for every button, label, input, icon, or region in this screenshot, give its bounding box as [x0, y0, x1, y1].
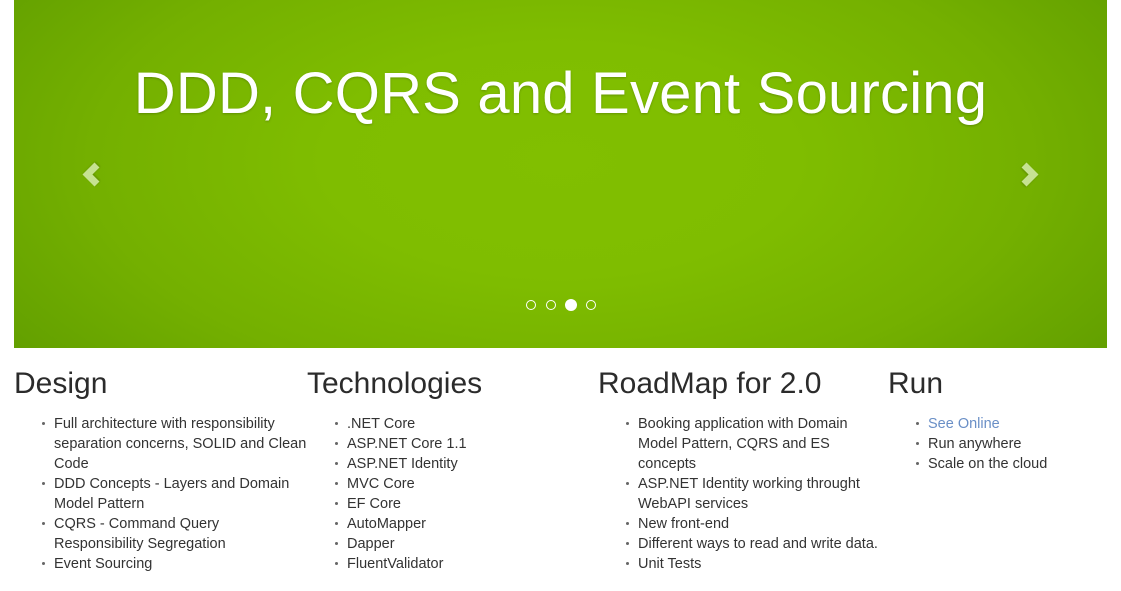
list-item: MVC Core — [335, 474, 598, 494]
feature-list: .NET Core ASP.NET Core 1.1 ASP.NET Identit… — [307, 414, 598, 574]
list-item: Full architecture with responsibility se… — [42, 416, 307, 472]
feature-list: Booking application with Domain Model Pa… — [598, 414, 888, 574]
list-item: Different ways to read and write data. — [626, 534, 888, 554]
list-item: Unit Tests — [626, 554, 888, 574]
feature-list: Full architecture with responsibility se… — [14, 414, 307, 574]
carousel-indicator-4[interactable] — [585, 300, 596, 310]
list-item: AutoMapper — [335, 514, 598, 534]
list-item: Booking application with Domain Model Pa… — [626, 414, 888, 474]
carousel-next-button[interactable] — [943, 0, 1107, 348]
carousel-prev-button[interactable] — [14, 0, 178, 348]
list-item: DDD Concepts - Layers and Domain Model P… — [42, 474, 307, 514]
feature-column-run: Run See Online Run anywhere Scale on the cl… — [888, 348, 1107, 574]
carousel-indicator-1[interactable] — [525, 300, 536, 310]
list-item: .NET Core — [335, 414, 598, 434]
list-item: Dapper — [335, 534, 598, 554]
feature-column-technologies: Technologies .NET Core ASP.NET Core 1.1 ASP… — [307, 348, 598, 574]
feature-column-heading: RoadMap for 2.0 — [598, 367, 822, 400]
feature-link[interactable]: See Online — [928, 416, 1000, 432]
feature-list: See Online Run anywhere Scale on the cloud — [888, 414, 1107, 474]
chevron-left-icon — [82, 161, 107, 187]
list-item: EF Core — [335, 494, 598, 514]
feature-column-heading: Run — [888, 367, 944, 400]
hero-carousel[interactable]: DDD, CQRS and Event Sourcing — [14, 0, 1107, 348]
list-item: Run anywhere — [916, 434, 1107, 454]
list-item: ASP.NET Core 1.1 — [335, 434, 598, 454]
feature-column-design: Design Full architecture with responsibil… — [14, 348, 307, 574]
list-item: Event Sourcing — [42, 554, 307, 574]
list-item: CQRS - Command Query Responsibility Segr… — [42, 514, 307, 554]
list-item[interactable]: See Online — [916, 414, 1107, 434]
page-root: DDD, CQRS and Event Sourcing Design Full … — [0, 0, 1121, 591]
carousel-indicator-2[interactable] — [545, 300, 556, 310]
feature-columns: Design Full architecture with responsibil… — [14, 348, 1107, 574]
list-item: ASP.NET Identity — [335, 454, 598, 474]
list-item: FluentValidator — [335, 554, 598, 574]
feature-column-roadmap-for-2-0: RoadMap for 2.0 Booking application with … — [598, 348, 888, 574]
list-item: New front-end — [626, 514, 888, 534]
carousel-indicator-3[interactable] — [564, 299, 577, 311]
carousel-indicators[interactable] — [14, 299, 1107, 311]
chevron-right-icon — [1014, 161, 1039, 187]
list-item: Scale on the cloud — [916, 454, 1107, 474]
list-item: ASP.NET Identity working throught WebAPI… — [626, 474, 888, 514]
feature-column-heading: Technologies — [307, 367, 483, 400]
feature-column-heading: Design — [14, 367, 108, 400]
